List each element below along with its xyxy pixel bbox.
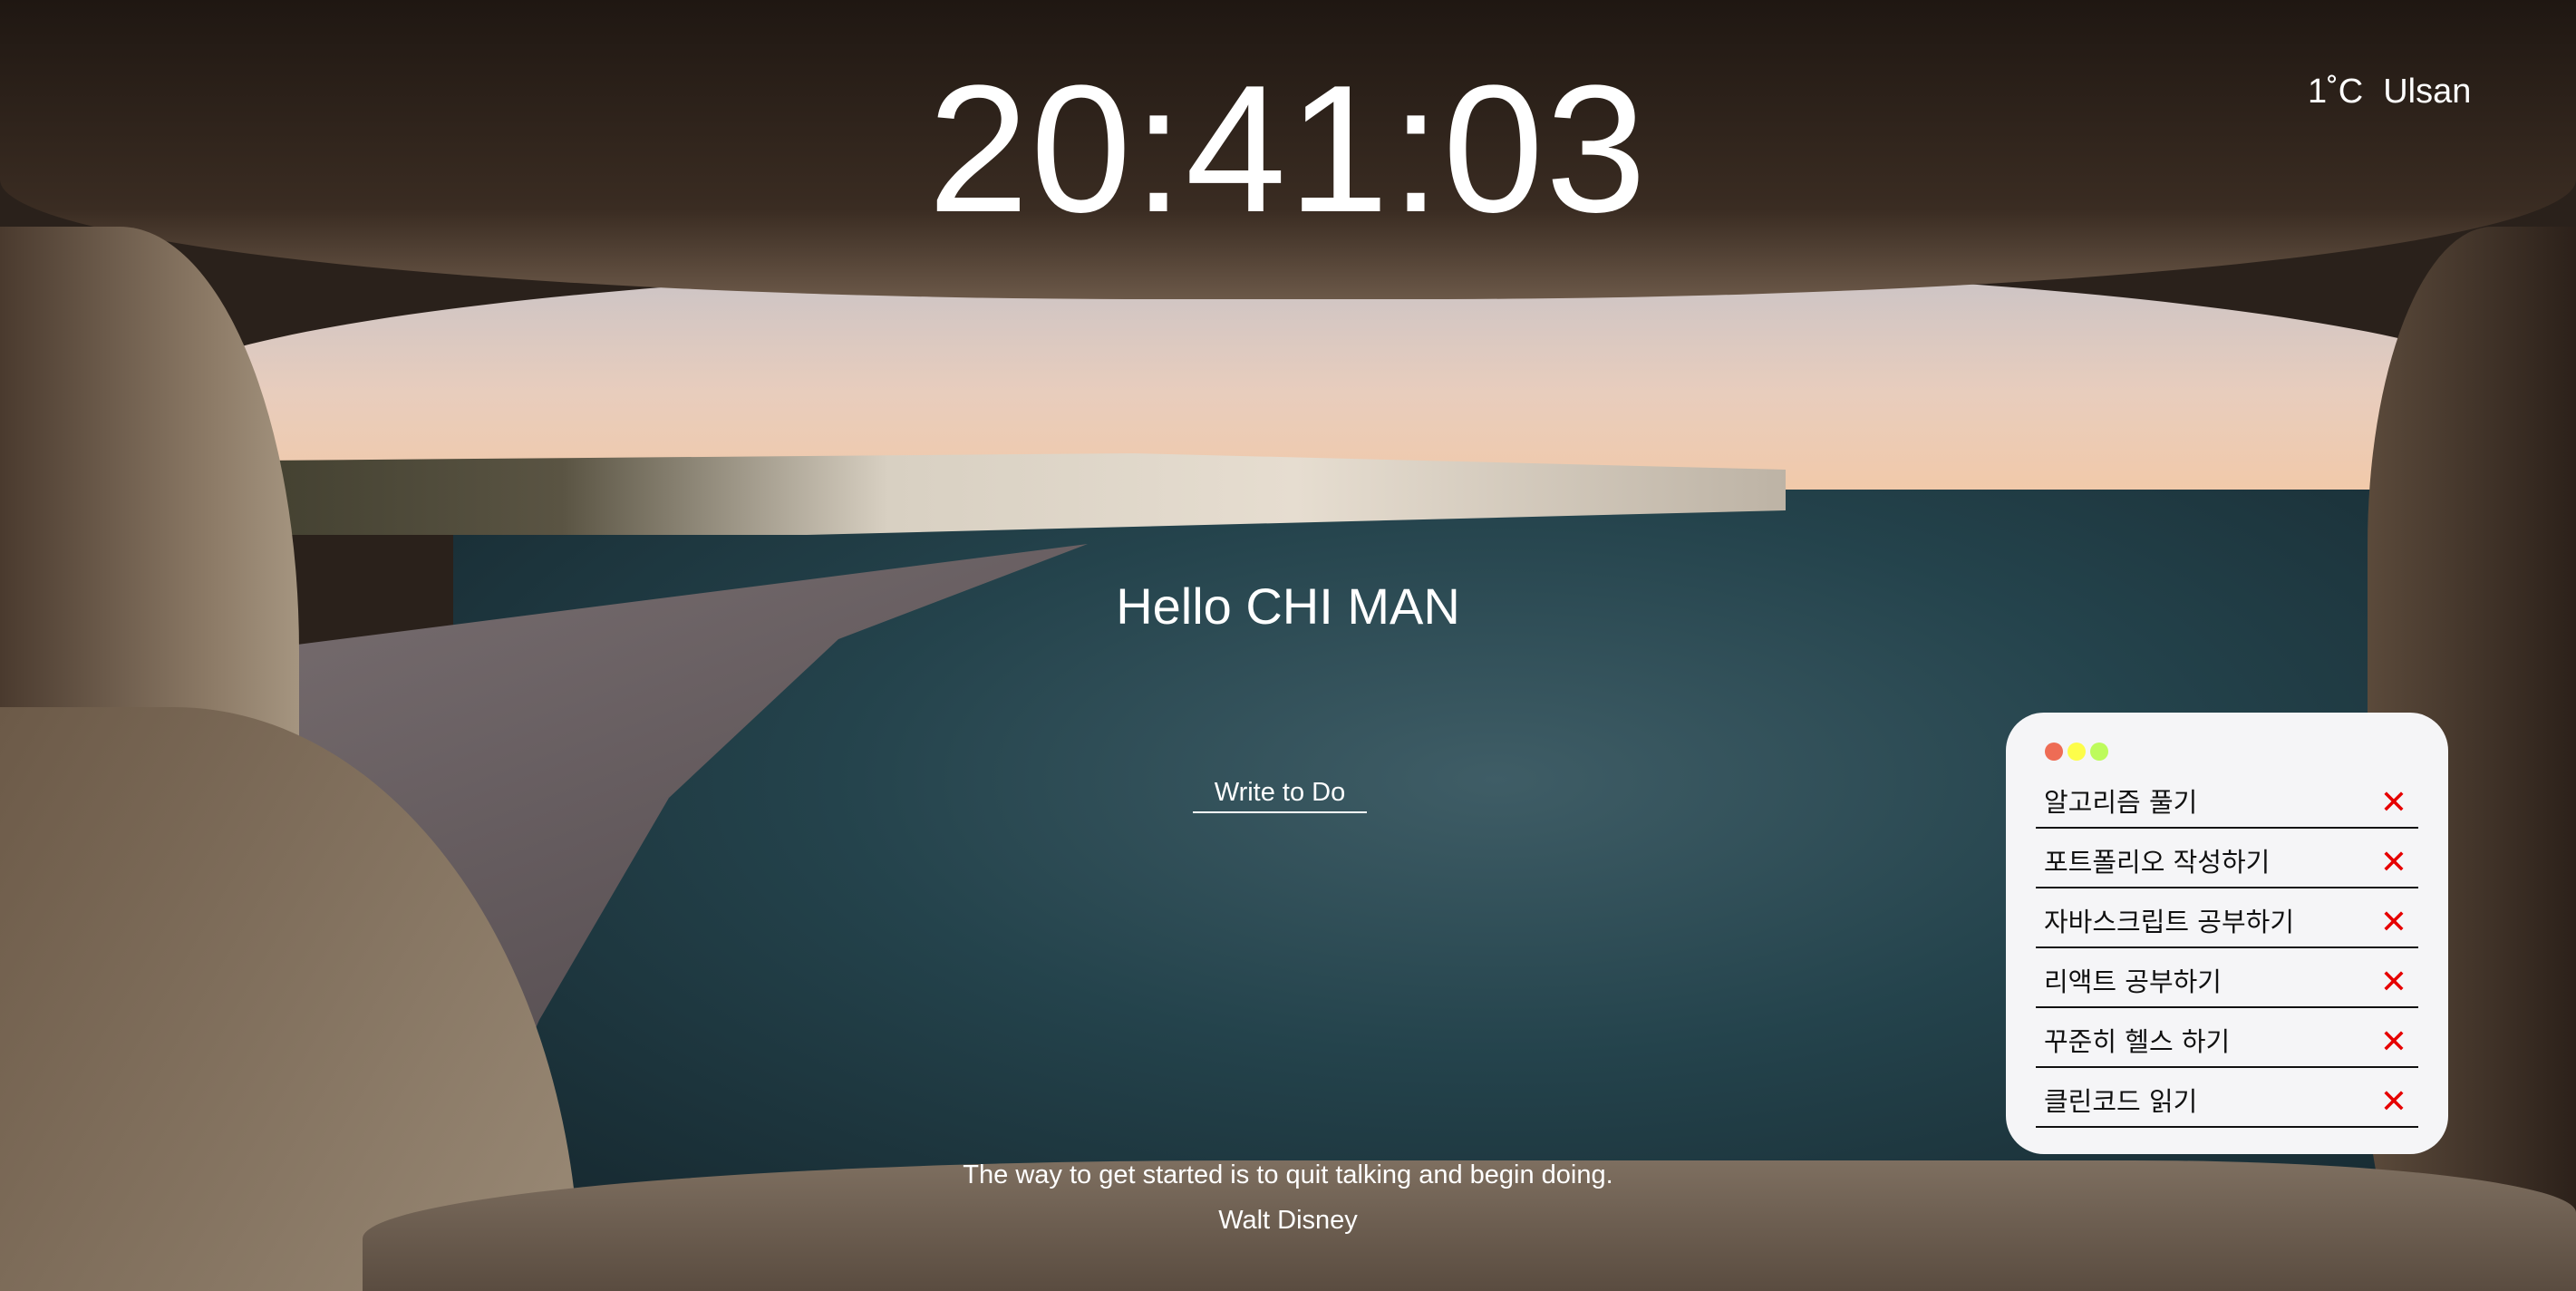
- window-dots: [2045, 743, 2108, 761]
- todo-list: 알고리즘 풀기 ✕ 포트폴리오 작성하기 ✕ 자바스크립트 공부하기 ✕ 리액트 공부…: [2036, 769, 2418, 1128]
- todo-item-text: 자바스크립트 공부하기: [2044, 907, 2295, 937]
- todo-input[interactable]: [1193, 778, 1367, 813]
- clock: 20:41:03: [927, 48, 1649, 250]
- delete-x-icon[interactable]: ✕: [2380, 966, 2407, 999]
- todo-item: 리액트 공부하기 ✕: [2036, 948, 2418, 1008]
- minimize-dot-icon: [2068, 743, 2086, 761]
- delete-x-icon[interactable]: ✕: [2380, 1026, 2407, 1059]
- close-dot-icon: [2045, 743, 2063, 761]
- delete-x-icon[interactable]: ✕: [2380, 1086, 2407, 1119]
- greeting: Hello CHI MAN: [1116, 578, 1460, 635]
- todo-item-text: 알고리즘 풀기: [2044, 787, 2198, 818]
- weather-temperature: 1˚C: [2308, 73, 2364, 111]
- todo-item-text: 리액트 공부하기: [2044, 966, 2222, 997]
- delete-x-icon[interactable]: ✕: [2380, 787, 2407, 820]
- todo-item-text: 꾸준히 헬스 하기: [2044, 1026, 2231, 1057]
- todo-item: 자바스크립트 공부하기 ✕: [2036, 888, 2418, 948]
- quote-author: Walt Disney: [1218, 1206, 1358, 1235]
- delete-x-icon[interactable]: ✕: [2380, 847, 2407, 879]
- todo-panel: 알고리즘 풀기 ✕ 포트폴리오 작성하기 ✕ 자바스크립트 공부하기 ✕ 리액트 공부…: [2006, 713, 2448, 1154]
- maximize-dot-icon: [2090, 743, 2108, 761]
- todo-item: 알고리즘 풀기 ✕: [2036, 769, 2418, 829]
- todo-item: 포트폴리오 작성하기 ✕: [2036, 829, 2418, 888]
- weather: 1˚C Ulsan: [2308, 73, 2471, 112]
- todo-item: 꾸준히 헬스 하기 ✕: [2036, 1008, 2418, 1068]
- weather-city: Ulsan: [2383, 73, 2472, 111]
- todo-item-text: 클린코드 읽기: [2044, 1086, 2198, 1117]
- todo-item: 클린코드 읽기 ✕: [2036, 1068, 2418, 1128]
- delete-x-icon[interactable]: ✕: [2380, 907, 2407, 939]
- todo-item-text: 포트폴리오 작성하기: [2044, 847, 2271, 878]
- quote-text: The way to get started is to quit talkin…: [963, 1160, 1613, 1189]
